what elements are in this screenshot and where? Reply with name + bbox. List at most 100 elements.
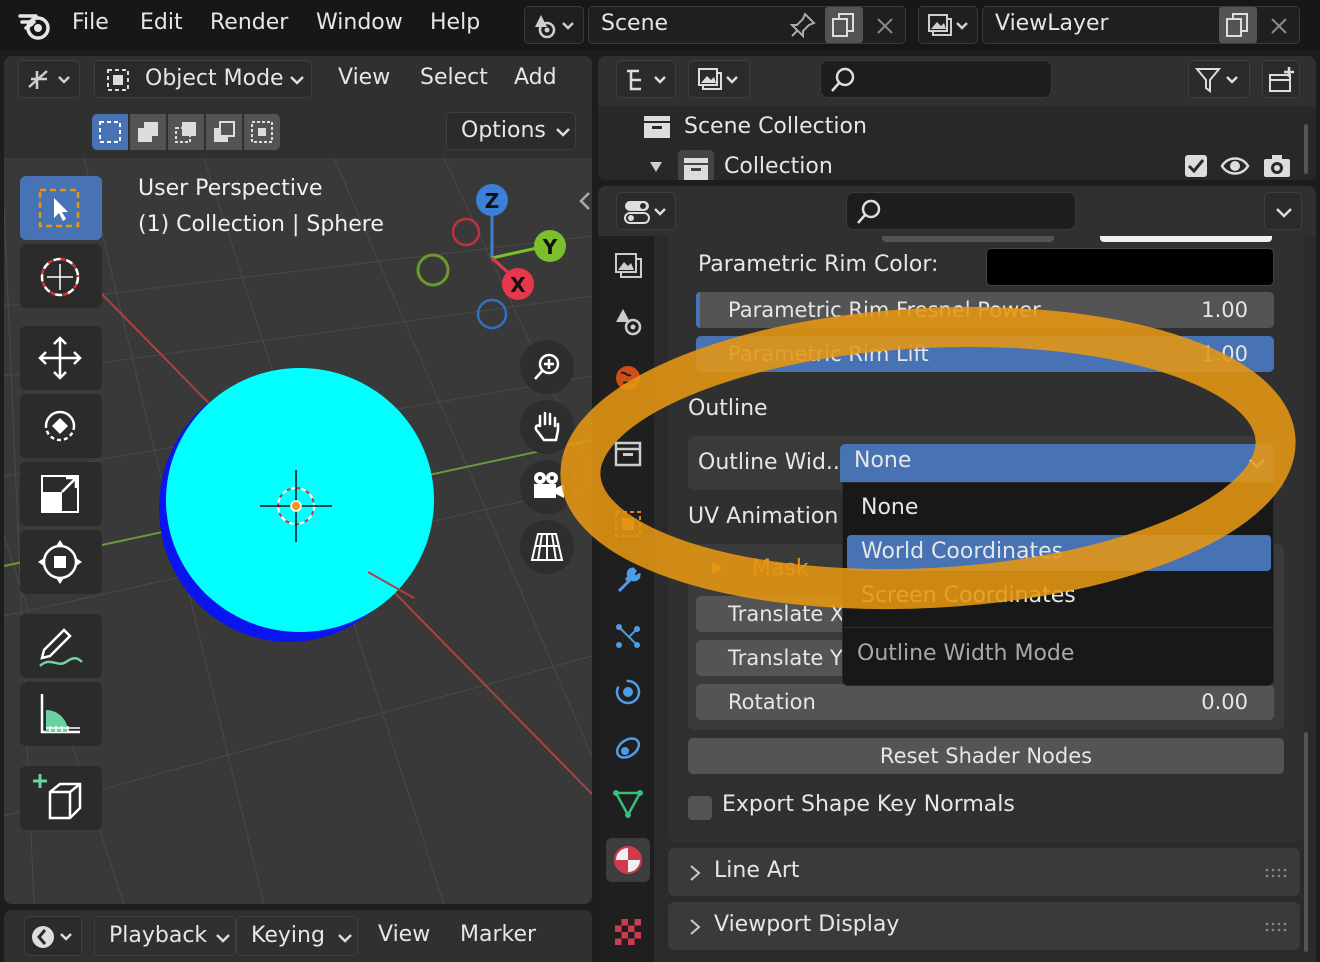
outline-width-mode-menu: None World Coordinates Screen Coordinate…: [842, 482, 1274, 686]
scene-collection-label[interactable]: Scene Collection: [684, 114, 867, 139]
tab-texture[interactable]: [606, 910, 650, 954]
tab-object[interactable]: [606, 502, 650, 546]
scene-type-dropdown[interactable]: [524, 6, 584, 44]
reset-shader-nodes-button[interactable]: Reset Shader Nodes: [688, 738, 1284, 774]
tool-move[interactable]: [20, 326, 102, 390]
menu-help[interactable]: Help: [430, 10, 480, 35]
properties-editor-type[interactable]: [616, 192, 676, 230]
rim-lift-slider[interactable]: Parametric Rim Lift 1.00: [696, 336, 1274, 372]
expand-arrow-icon[interactable]: [648, 160, 664, 174]
blender-logo-icon[interactable]: [18, 10, 54, 42]
tab-collection[interactable]: [606, 432, 650, 476]
cut-off-field: [882, 236, 1054, 242]
rim-color-swatch[interactable]: [986, 248, 1274, 286]
tab-constraints[interactable]: [606, 726, 650, 770]
mask-label[interactable]: Mask: [752, 556, 809, 581]
editor-type-dropdown[interactable]: [18, 60, 80, 98]
perspective-toggle-button[interactable]: [520, 520, 574, 574]
properties-search-input[interactable]: [846, 192, 1076, 230]
zoom-icon: [534, 353, 560, 380]
tab-world[interactable]: [606, 356, 650, 400]
properties-options-dropdown[interactable]: [1264, 192, 1302, 230]
close-icon[interactable]: [873, 14, 897, 38]
options-label: Options: [461, 118, 546, 143]
select-new-button[interactable]: [92, 114, 128, 150]
eye-icon[interactable]: [1220, 154, 1250, 178]
tool-add-cube[interactable]: [20, 766, 102, 830]
tab-physics[interactable]: [606, 670, 650, 714]
new-viewlayer-button[interactable]: [1219, 7, 1257, 43]
close-icon[interactable]: [1267, 14, 1291, 38]
sidebar-toggle-icon[interactable]: [578, 190, 592, 212]
zoom-button[interactable]: [520, 340, 574, 394]
tab-data[interactable]: [606, 782, 650, 826]
keying-dropdown[interactable]: Keying: [236, 916, 358, 956]
scene-name-field[interactable]: Scene: [588, 6, 906, 44]
menu-render[interactable]: Render: [210, 10, 288, 35]
export-shape-key-checkbox[interactable]: [688, 796, 712, 820]
pan-button[interactable]: [520, 400, 574, 454]
menu-window[interactable]: Window: [316, 10, 403, 35]
menu-item-world-coordinates[interactable]: World Coordinates: [847, 535, 1271, 571]
options-dropdown[interactable]: Options: [446, 112, 576, 150]
tab-particles[interactable]: [606, 614, 650, 658]
viewlayer-name-field[interactable]: ViewLayer: [982, 6, 1300, 44]
select-subtract-button[interactable]: [168, 114, 204, 150]
properties-scrollbar[interactable]: [1304, 732, 1308, 952]
viewlayer-type-dropdown[interactable]: [918, 6, 978, 44]
display-mode-dropdown[interactable]: [688, 60, 750, 98]
viewport-menu-view[interactable]: View: [338, 65, 390, 90]
outliner-editor-type[interactable]: [616, 60, 676, 98]
navigation-gizmo[interactable]: Z Y X: [410, 178, 576, 338]
collection-label[interactable]: Collection: [724, 154, 833, 179]
tool-annotate[interactable]: [20, 614, 102, 678]
3d-viewport[interactable]: Object Mode View Select Add Options User…: [4, 56, 592, 904]
tab-modifiers[interactable]: [606, 558, 650, 602]
drag-handle-icon[interactable]: [1264, 922, 1288, 932]
expand-arrow-icon[interactable]: [710, 560, 724, 576]
select-intersect-button[interactable]: [244, 114, 280, 150]
viewport-menu-add[interactable]: Add: [514, 65, 557, 90]
rim-fresnel-power-slider[interactable]: Parametric Rim Fresnel Power 1.00: [696, 292, 1274, 328]
menu-item-none[interactable]: None: [847, 491, 1271, 527]
menu-file[interactable]: File: [72, 10, 109, 35]
line-art-panel-header[interactable]: Line Art: [668, 848, 1300, 896]
render-camera-icon[interactable]: [1262, 152, 1292, 180]
new-scene-button[interactable]: [825, 7, 863, 43]
tool-rotate[interactable]: [20, 394, 102, 458]
drag-handle-icon[interactable]: [1264, 868, 1288, 878]
tool-scale[interactable]: [20, 462, 102, 526]
pin-icon[interactable]: [787, 11, 817, 41]
search-icon: [831, 67, 855, 92]
object-mode-dropdown[interactable]: Object Mode: [94, 60, 312, 98]
new-collection-button[interactable]: [1262, 60, 1300, 98]
tool-cursor[interactable]: [20, 244, 102, 308]
timeline-menu-marker[interactable]: Marker: [460, 922, 536, 947]
tool-select-box[interactable]: [20, 176, 102, 240]
outliner-scrollbar[interactable]: [1304, 124, 1308, 174]
playback-dropdown[interactable]: Playback: [94, 916, 236, 956]
filter-dropdown[interactable]: [1188, 60, 1250, 98]
rim-lift-value: 1.00: [1201, 342, 1248, 366]
select-invert-button[interactable]: [206, 114, 242, 150]
camera-view-button[interactable]: [520, 460, 574, 514]
timeline-menu-view[interactable]: View: [378, 922, 430, 947]
tab-render[interactable]: [606, 244, 650, 288]
menu-item-screen-coordinates[interactable]: Screen Coordinates: [847, 579, 1271, 615]
outliner-search-input[interactable]: [820, 60, 1052, 98]
properties-header: [598, 186, 1316, 236]
tab-material[interactable]: [606, 838, 650, 882]
tab-scene[interactable]: [606, 300, 650, 344]
select-extend-button[interactable]: [130, 114, 166, 150]
tool-measure[interactable]: [20, 682, 102, 746]
timeline-editor-type[interactable]: [24, 916, 82, 956]
rotation-field[interactable]: Rotation 0.00: [696, 684, 1274, 720]
particles-icon: [616, 624, 640, 648]
outline-width-value: None: [854, 448, 912, 473]
menu-edit[interactable]: Edit: [140, 10, 183, 35]
outline-width-dropdown[interactable]: None: [840, 444, 1274, 482]
viewport-display-panel-header[interactable]: Viewport Display: [668, 902, 1300, 950]
checkbox-checked-icon[interactable]: [1184, 154, 1208, 178]
viewport-menu-select[interactable]: Select: [420, 65, 488, 90]
tool-transform[interactable]: [20, 530, 102, 594]
